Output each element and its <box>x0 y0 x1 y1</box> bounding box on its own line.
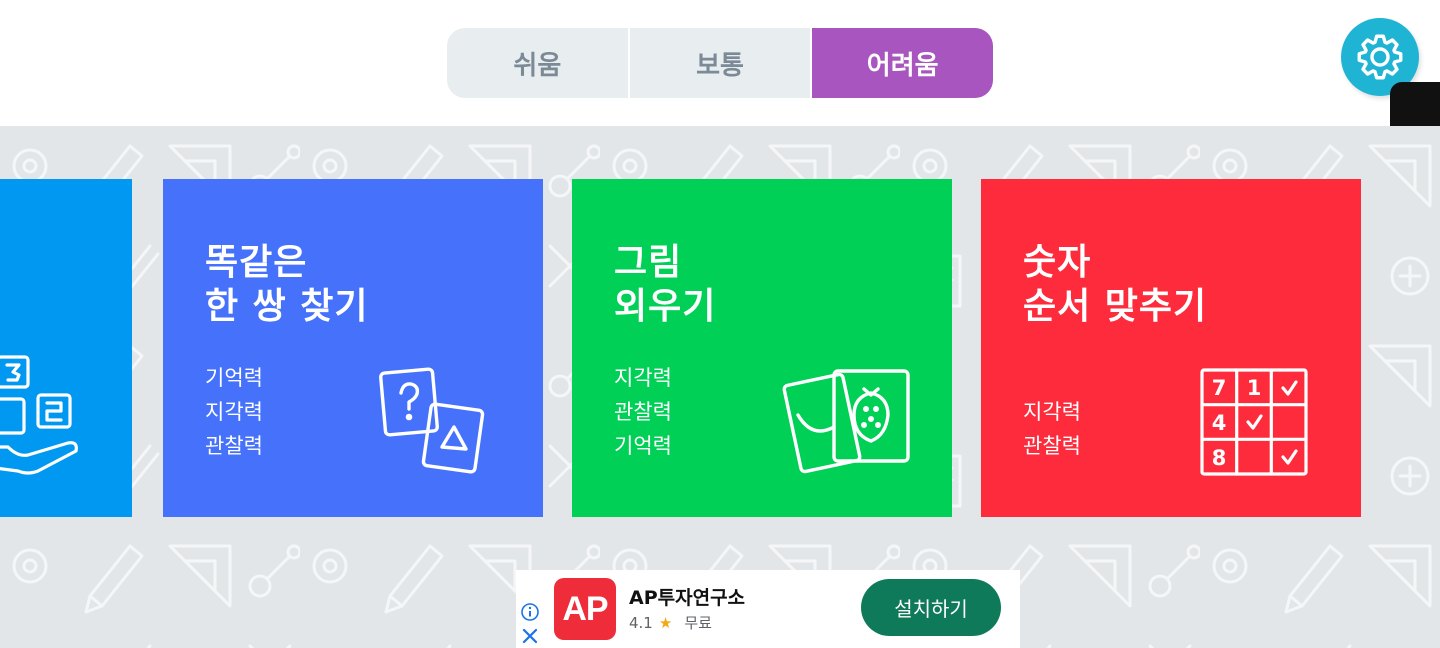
game-title-line1: 그림 <box>614 242 683 283</box>
difficulty-easy-button[interactable]: 쉬움 <box>447 28 628 98</box>
question-cards-icon <box>379 367 485 474</box>
ad-app-logo[interactable]: AP <box>554 578 616 640</box>
difficulty-selector: 쉬움 보통 어려움 <box>447 28 993 98</box>
ad-app-name[interactable]: AP투자연구소 <box>629 583 745 610</box>
game-card-find-pair[interactable]: 똑같은 한 쌍 찾기 기억력 지각력 관찰력 <box>163 179 543 517</box>
ad-banner[interactable]: AP AP투자연구소 4.1 ★ 무료 설치하기 <box>516 570 1020 648</box>
skill-label: 지각력 <box>614 366 672 390</box>
ad-rating-value: 4.1 <box>629 614 653 632</box>
game-title-line2: 순서 맞추기 <box>1023 286 1208 327</box>
fruit-cards-icon <box>782 369 910 474</box>
skill-label: 지각력 <box>1023 400 1081 424</box>
skill-label: 기억력 <box>614 434 672 458</box>
svg-text:7: 7 <box>1212 376 1227 400</box>
svg-text:4: 4 <box>1212 411 1227 435</box>
svg-text:8: 8 <box>1212 446 1227 470</box>
game-title-line2: 외우기 <box>614 286 717 327</box>
number-blocks-hand-icon <box>0 355 78 475</box>
skill-label: 관찰력 <box>1023 434 1081 458</box>
skill-label: 지각력 <box>205 400 263 424</box>
svg-text:1: 1 <box>1247 376 1262 400</box>
game-card-number-blocks[interactable] <box>0 179 132 517</box>
game-title-line1: 숫자 <box>1023 242 1092 283</box>
skill-label: 기억력 <box>205 366 263 390</box>
ad-price: 무료 <box>684 614 712 632</box>
difficulty-hard-button[interactable]: 어려움 <box>810 28 993 98</box>
star-icon: ★ <box>658 614 673 632</box>
game-card-picture-memory[interactable]: 그림 외우기 지각력 관찰력 기억력 <box>572 179 952 517</box>
info-icon[interactable] <box>520 602 540 622</box>
game-title-line1: 똑같은 <box>205 242 308 283</box>
skill-label: 관찰력 <box>614 400 672 424</box>
close-icon[interactable] <box>520 626 540 646</box>
skill-label: 관찰력 <box>205 434 263 458</box>
difficulty-normal-button[interactable]: 보통 <box>627 28 811 98</box>
game-card-number-order[interactable]: 숫자 순서 맞추기 지각력 관찰력 7 1 4 8 <box>981 179 1361 517</box>
ad-install-button[interactable]: 설치하기 <box>861 579 1001 636</box>
gear-icon <box>1357 34 1403 80</box>
ad-rating-row: 4.1 ★ 무료 <box>629 612 712 633</box>
top-bar: 쉬움 보통 어려움 <box>0 0 1440 126</box>
game-title-line2: 한 쌍 찾기 <box>205 286 369 327</box>
number-grid-icon: 7 1 4 8 <box>1200 368 1308 476</box>
